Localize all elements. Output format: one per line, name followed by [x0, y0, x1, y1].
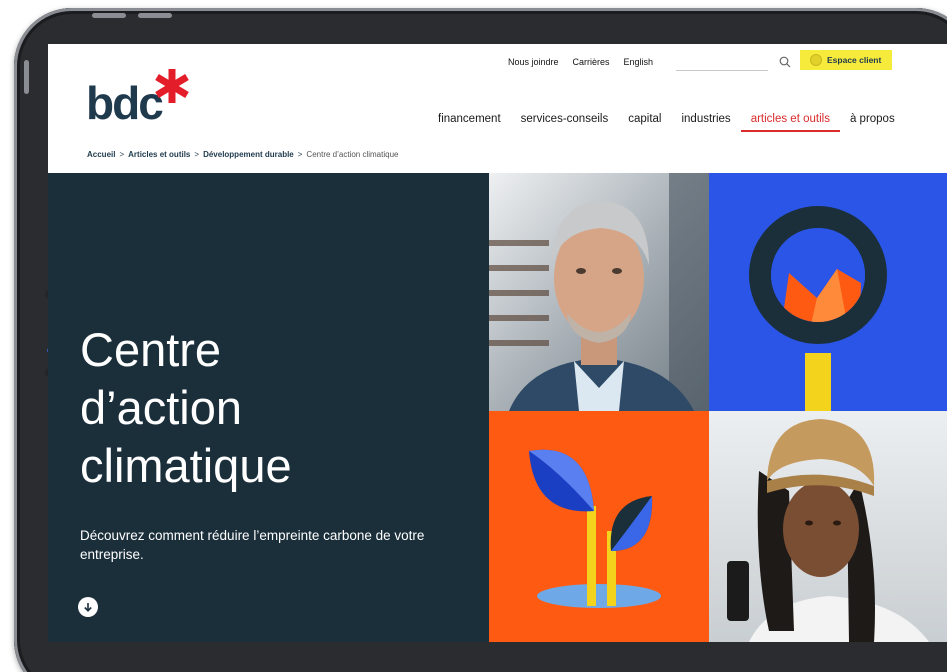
plant-graphic [489, 411, 709, 642]
breadcrumb-current: Centre d’action climatique [306, 150, 399, 159]
hero-title-line: climatique [80, 439, 292, 492]
breadcrumb-separator: > [297, 150, 303, 159]
search-input[interactable] [676, 70, 768, 71]
browser-screen: bdc Nous joindre Carrières English Espac… [48, 44, 947, 642]
arrow-down-icon [84, 603, 92, 612]
breadcrumb-accueil[interactable]: Accueil [87, 150, 115, 159]
espace-client-label: Espace client [827, 55, 882, 65]
nous-joindre-link[interactable]: Nous joindre [508, 57, 559, 67]
plant-illustration [489, 411, 709, 642]
logo-wordmark: bdc [86, 77, 164, 129]
utility-nav: Nous joindre Carrières English [508, 57, 653, 67]
nav-articles-et-outils[interactable]: articles et outils [740, 113, 841, 132]
breadcrumb-separator: > [119, 150, 125, 159]
woman-photo-illustration [709, 411, 947, 642]
hero-title-line: Centre [80, 323, 222, 376]
nav-capital[interactable]: capital [618, 113, 671, 125]
breadcrumb-developpement[interactable]: Développement durable [203, 150, 294, 159]
nav-services-conseils[interactable]: services-conseils [511, 113, 619, 125]
woman-portrait-image [709, 411, 947, 642]
volume-button [92, 13, 126, 18]
breadcrumb: Accueil > Articles et outils > Développe… [87, 150, 398, 159]
nav-a-propos[interactable]: à propos [840, 113, 905, 125]
english-link[interactable]: English [624, 57, 654, 67]
asterisk-icon [155, 69, 189, 103]
nav-industries[interactable]: industries [671, 113, 740, 125]
man-portrait-image [489, 173, 709, 411]
hero-subtitle: Découvrez comment réduire l’empreinte ca… [80, 528, 425, 562]
hero-title: Centre d’action climatique [80, 321, 460, 495]
nav-financement[interactable]: financement [428, 113, 511, 125]
user-icon [810, 54, 822, 66]
carrieres-link[interactable]: Carrières [573, 57, 610, 67]
volume-button [138, 13, 172, 18]
hero-title-line: d’action [80, 381, 242, 434]
search-icon[interactable] [779, 56, 791, 68]
main-nav: financement services-conseils capital in… [428, 113, 905, 132]
hero-panel: Centre d’action climatique Découvrez com… [48, 173, 489, 642]
scroll-down-button[interactable] [78, 597, 98, 617]
breadcrumb-separator: > [194, 150, 200, 159]
man-photo-illustration [489, 173, 709, 411]
espace-client-button[interactable]: Espace client [800, 50, 892, 70]
power-button [24, 60, 29, 94]
breadcrumb-articles[interactable]: Articles et outils [128, 150, 190, 159]
climate-ring-illustration [709, 173, 947, 411]
bdc-logo[interactable]: bdc [86, 66, 196, 129]
ring-graphic [709, 173, 947, 411]
